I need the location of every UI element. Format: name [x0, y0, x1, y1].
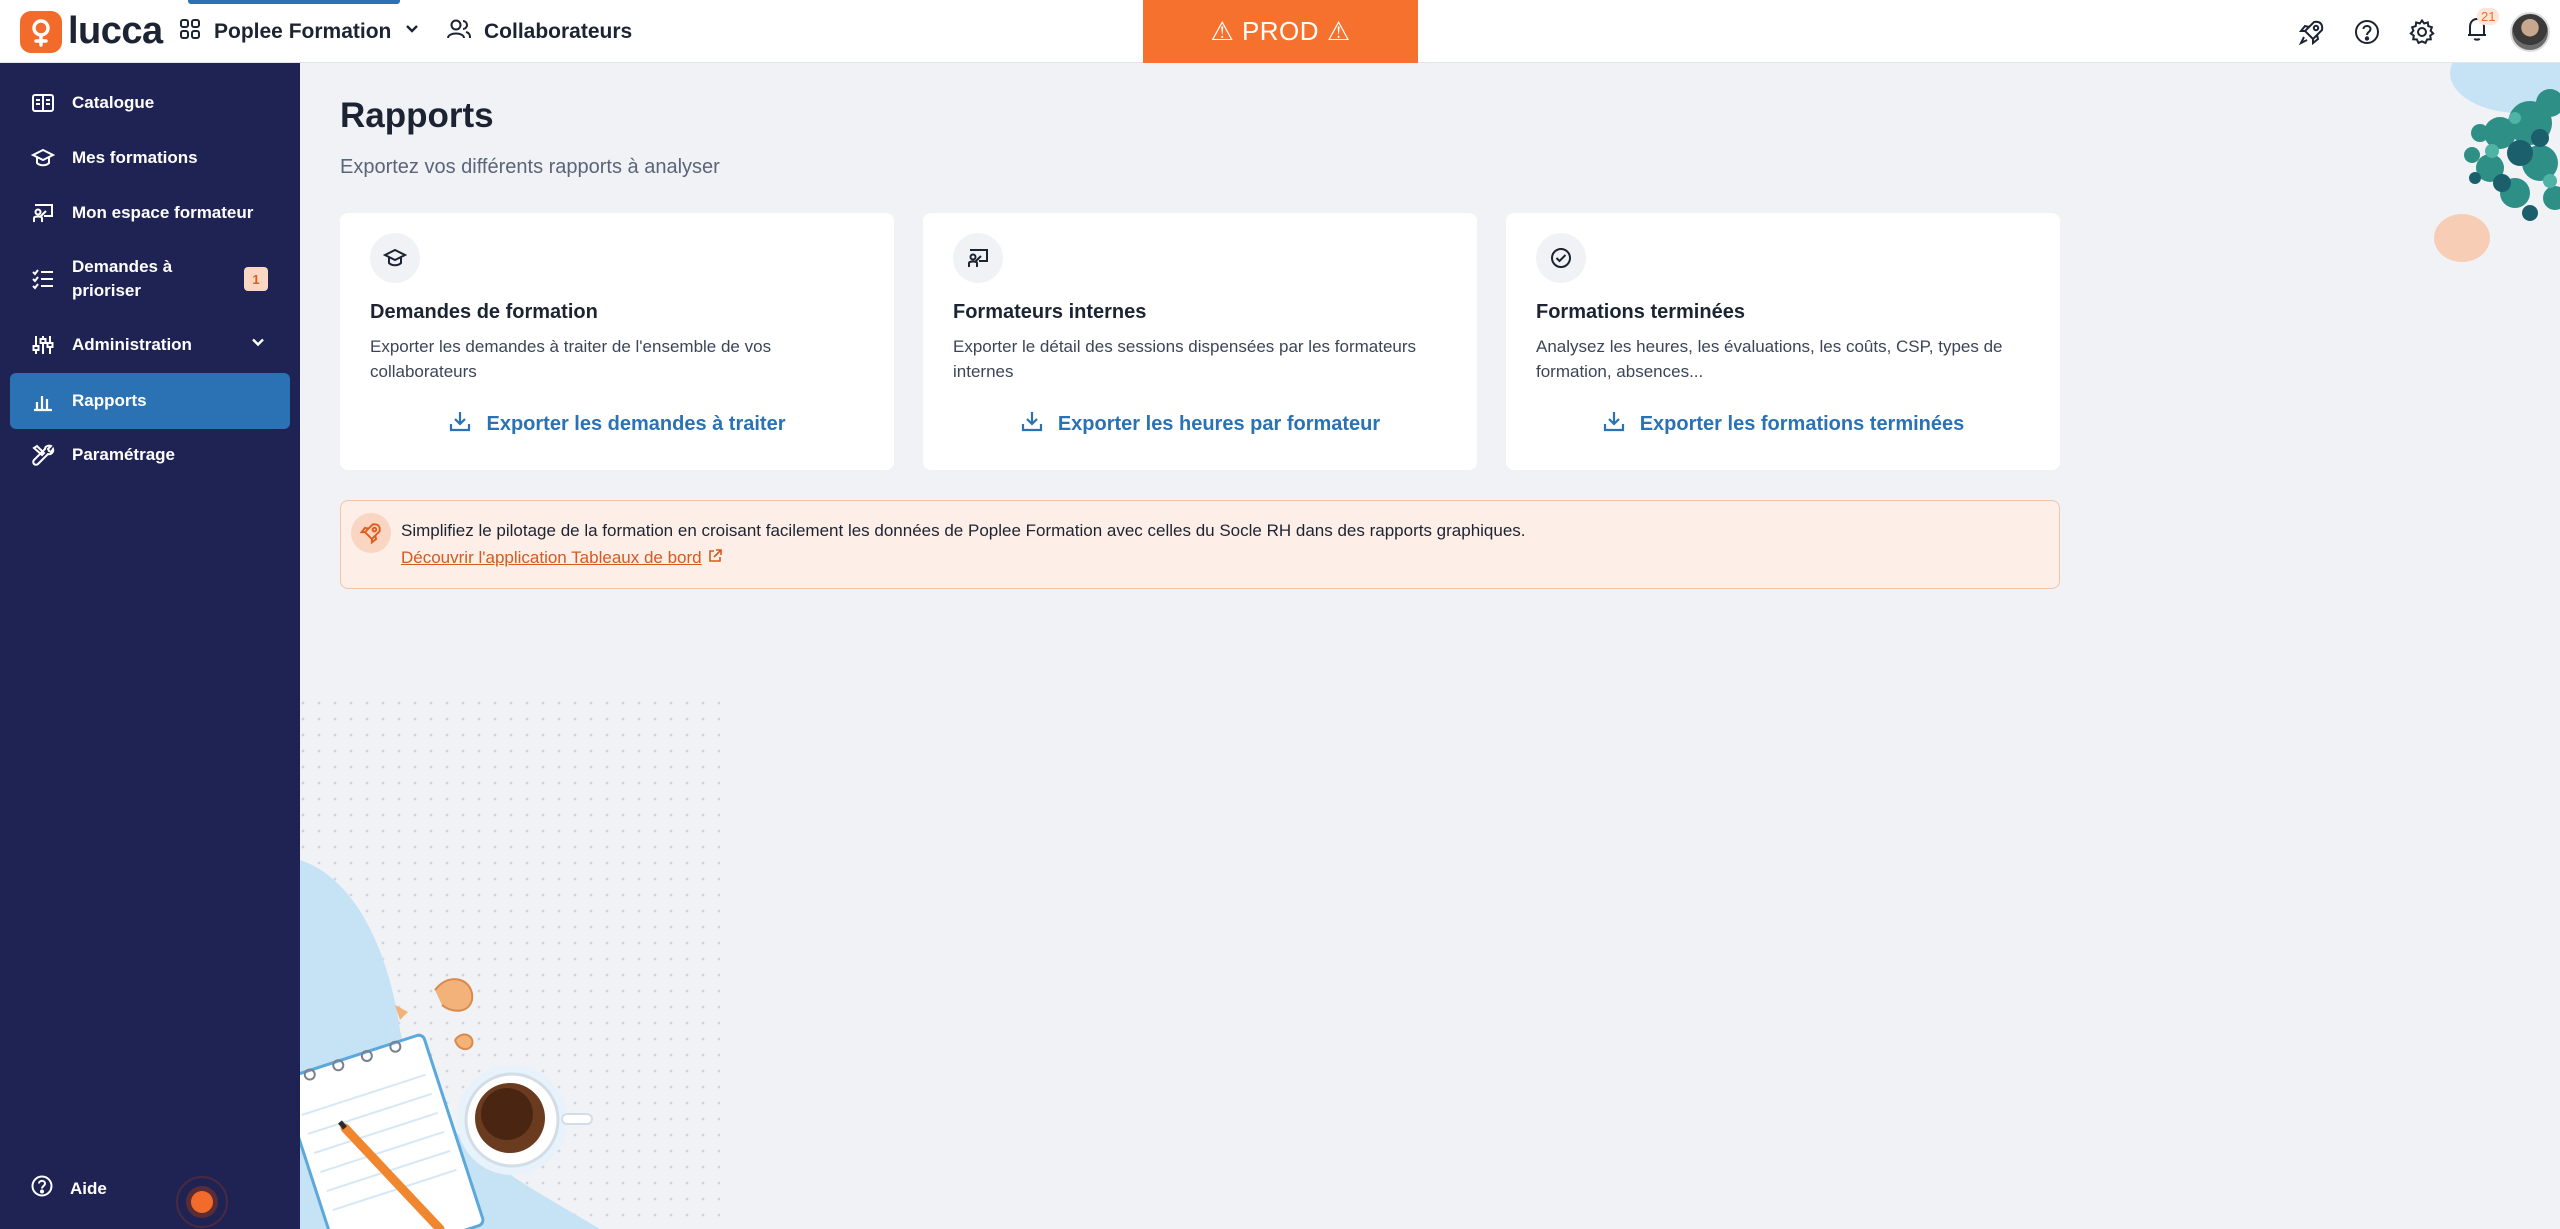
sidebar-item-label: Paramétrage	[72, 445, 176, 464]
graduation-cap-icon	[30, 147, 56, 169]
page-subtitle: Exportez vos différents rapports à analy…	[340, 156, 720, 178]
card-title: Demandes de formation	[370, 301, 598, 323]
sidebar-item-catalogue[interactable]: Catalogue	[10, 83, 290, 123]
download-icon	[448, 409, 472, 439]
sidebar-item-label: Mes formations	[72, 148, 198, 167]
graduation-cap-icon	[370, 233, 420, 283]
external-link-icon	[708, 548, 722, 568]
sidebar: Catalogue Mes formations Mon espace form…	[0, 63, 300, 1229]
collaborators-link[interactable]: Collaborateurs	[446, 0, 632, 63]
lucca-logo-icon	[20, 10, 62, 53]
pulse-dot	[191, 1191, 213, 1213]
report-card-demandes: Demandes de formation Exporter les deman…	[340, 213, 894, 470]
trainer-board-icon	[953, 233, 1003, 283]
prod-environment-banner: ⚠ PROD ⚠	[1143, 0, 1418, 63]
export-button-label: Exporter les demandes à traiter	[486, 412, 786, 435]
status-pulse-button[interactable]	[176, 1176, 228, 1228]
settings-icon[interactable]	[2394, 0, 2449, 63]
callout-text: Simplifiez le pilotage de la formation e…	[401, 521, 1526, 540]
export-formations-button[interactable]: Exporter les formations terminées	[1506, 409, 2060, 439]
book-icon	[30, 92, 56, 114]
export-button-label: Exporter les formations terminées	[1639, 412, 1965, 435]
export-button-label: Exporter les heures par formateur	[1057, 412, 1381, 435]
report-card-formations-terminees: Formations terminées Analysez les heures…	[1506, 213, 2060, 470]
sidebar-item-label: Rapports	[72, 391, 147, 410]
active-app-indicator	[188, 0, 400, 4]
logo-text: lucca	[68, 10, 163, 52]
export-demandes-button[interactable]: Exporter les demandes à traiter	[340, 409, 894, 439]
export-heures-button[interactable]: Exporter les heures par formateur	[923, 409, 1477, 439]
notification-count: 21	[2477, 8, 2500, 25]
sidebar-item-mes-formations[interactable]: Mes formations	[10, 138, 290, 178]
sidebar-item-administration[interactable]: Administration	[10, 325, 290, 365]
app-switcher[interactable]: Poplee Formation	[178, 0, 421, 63]
download-icon	[1602, 409, 1626, 439]
page-title: Rapports	[340, 96, 494, 135]
help-label: Aide	[70, 1178, 107, 1198]
lucca-logo[interactable]: lucca	[20, 10, 163, 53]
report-card-formateurs: Formateurs internes Exporter le détail d…	[923, 213, 1477, 470]
check-circle-icon	[1536, 233, 1586, 283]
help-icon	[30, 1174, 54, 1203]
sidebar-item-mon-espace-formateur[interactable]: Mon espace formateur	[10, 193, 290, 233]
rocket-icon[interactable]	[2284, 0, 2339, 63]
card-description: Analysez les heures, les évaluations, le…	[1536, 337, 2003, 381]
notifications-button[interactable]: 21	[2449, 0, 2504, 63]
card-title: Formateurs internes	[953, 301, 1147, 323]
card-title: Formations terminées	[1536, 301, 1745, 323]
sidebar-item-parametrage[interactable]: Paramétrage	[10, 435, 290, 475]
sidebar-item-label: Administration	[72, 335, 192, 354]
trainer-board-icon	[30, 202, 56, 224]
bar-chart-icon	[30, 390, 56, 412]
dashboard-app-link[interactable]: Découvrir l'application Tableaux de bord	[401, 548, 722, 568]
users-icon	[446, 17, 472, 46]
collaborators-label: Collaborateurs	[484, 19, 633, 43]
callout-link-label: Découvrir l'application Tableaux de bord	[401, 548, 702, 567]
pending-count-badge: 1	[244, 267, 268, 291]
card-description: Exporter les demandes à traiter de l'ens…	[370, 337, 772, 381]
desk-illustration	[300, 700, 720, 1229]
avatar[interactable]	[2510, 11, 2550, 52]
sidebar-item-rapports[interactable]: Rapports	[10, 373, 290, 429]
help-link[interactable]: Aide	[30, 1174, 107, 1203]
sidebar-item-label-line1: Demandes à	[72, 257, 173, 276]
card-description: Exporter le détail des sessions dispensé…	[953, 337, 1417, 381]
sidebar-item-label: Demandes à prioriser	[72, 255, 172, 303]
plant-illustration	[2434, 63, 2560, 262]
sidebar-item-demandes-a-prioriser[interactable]: Demandes à prioriser 1	[10, 248, 290, 310]
chevron-down-icon	[403, 20, 421, 43]
top-icons: 21	[2284, 0, 2560, 63]
sidebar-item-label-line2: prioriser	[72, 281, 141, 300]
sliders-icon	[30, 334, 56, 356]
tools-icon	[30, 443, 56, 467]
help-icon[interactable]	[2339, 0, 2394, 63]
sidebar-item-label: Mon espace formateur	[72, 203, 254, 222]
sidebar-item-label: Catalogue	[72, 93, 155, 112]
download-icon	[1020, 409, 1044, 439]
dashboard-callout: Simplifiez le pilotage de la formation e…	[340, 500, 2060, 589]
chevron-down-icon	[250, 335, 266, 356]
rocket-icon	[351, 513, 391, 553]
list-check-icon	[30, 268, 56, 290]
apps-grid-icon	[178, 17, 202, 46]
top-bar: lucca Poplee Formation Collaborateurs ⚠ …	[0, 0, 2560, 63]
app-name: Poplee Formation	[214, 19, 392, 43]
